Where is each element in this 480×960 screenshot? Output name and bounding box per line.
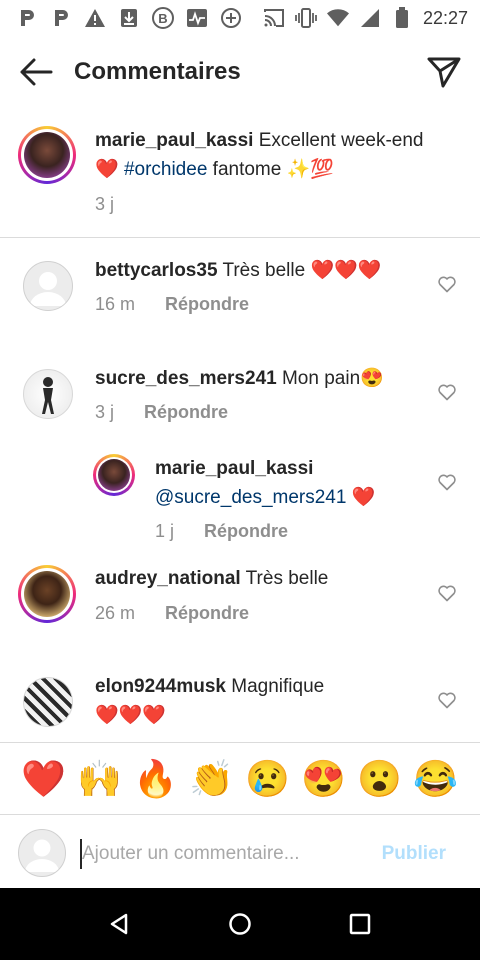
add-circle-icon <box>220 7 242 29</box>
timestamp: 26 m <box>95 603 136 623</box>
hashtag-link[interactable]: #orchidee <box>124 159 207 180</box>
comment-input[interactable]: Ajouter un commentaire... <box>82 843 300 865</box>
reply-body: ❤️ <box>346 487 376 508</box>
publish-button[interactable]: Publier <box>382 843 446 865</box>
heart-icon[interactable] <box>437 583 457 603</box>
comment-body: Très belle ❤️❤️❤️ <box>217 260 382 281</box>
comment-body: Mon pain😍 <box>276 368 384 389</box>
status-bar: B 22:27 <box>0 0 480 36</box>
comment-meta: 16 m Répondre <box>95 294 249 315</box>
signal-icon <box>359 7 381 29</box>
p-app-icon <box>16 7 38 29</box>
comment-text: elon9244musk Magnifique ❤️❤️❤️ <box>95 672 395 730</box>
story-ring[interactable] <box>18 565 76 623</box>
emoji-quick-bar: ❤️ 🙌 🔥 👏 😢 😍 😮 😂 <box>0 742 480 815</box>
warning-icon <box>84 7 106 29</box>
avatar[interactable] <box>23 369 73 419</box>
system-nav-bar <box>0 888 480 960</box>
comment-text: audrey_national Très belle <box>95 564 328 593</box>
mention-link[interactable]: @sucre_des_mers241 <box>155 487 346 508</box>
heart-icon[interactable] <box>437 382 457 402</box>
reply-button[interactable]: Répondre <box>165 603 249 624</box>
divider <box>0 237 480 238</box>
timestamp: 3 j <box>95 194 115 214</box>
avatar <box>24 132 70 178</box>
comment-text: sucre_des_mers241 Mon pain😍 <box>95 364 384 393</box>
timestamp: 1 j <box>155 521 175 541</box>
comment-body: Magnifique <box>225 676 325 697</box>
caption-text: marie_paul_kassi Excellent week-end ❤️ #… <box>95 126 425 184</box>
wifi-icon <box>326 7 349 29</box>
comment-text: bettycarlos35 Très belle ❤️❤️❤️ <box>95 256 381 285</box>
comment-body-line2: ❤️❤️❤️ <box>95 705 166 726</box>
reply-button[interactable]: Répondre <box>165 294 249 315</box>
activity-icon <box>186 7 208 29</box>
caption-username[interactable]: marie_paul_kassi <box>95 130 253 151</box>
page-title: Commentaires <box>74 58 241 85</box>
cast-icon <box>263 7 285 29</box>
svg-text:B: B <box>158 11 167 26</box>
emoji-fire-button[interactable]: 🔥 <box>133 757 178 801</box>
comment-username[interactable]: bettycarlos35 <box>95 260 218 281</box>
download-icon <box>118 7 140 29</box>
top-app-bar: Commentaires <box>0 40 480 104</box>
comment-meta: 26 m Répondre <box>95 603 249 624</box>
comment-composer: Ajouter un commentaire... Publier <box>0 814 480 889</box>
emoji-surprised-button[interactable]: 😮 <box>357 757 402 801</box>
story-ring[interactable] <box>18 126 76 184</box>
caption-meta: 3 j <box>95 194 114 215</box>
heart-icon[interactable] <box>437 472 457 492</box>
heart-icon[interactable] <box>437 274 457 294</box>
timestamp: 16 m <box>95 294 136 314</box>
comment-meta: 3 j Répondre <box>95 402 228 423</box>
send-icon[interactable] <box>426 54 462 90</box>
reply-username[interactable]: marie_paul_kassi <box>155 458 313 479</box>
avatar[interactable] <box>23 677 73 727</box>
avatar <box>18 829 66 877</box>
post-caption: marie_paul_kassi Excellent week-end ❤️ #… <box>0 118 480 238</box>
bitcoin-icon: B <box>152 7 174 29</box>
battery-icon <box>391 7 413 29</box>
arrow-left-icon[interactable] <box>18 56 54 88</box>
emoji-raised-hands-button[interactable]: 🙌 <box>77 757 122 801</box>
emoji-clap-button[interactable]: 👏 <box>189 757 234 801</box>
caption-body-end: fantome ✨💯 <box>207 159 334 180</box>
emoji-heart-button[interactable]: ❤️ <box>21 757 66 801</box>
emoji-laughing-button[interactable]: 😂 <box>413 757 458 801</box>
timestamp: 3 j <box>95 402 115 422</box>
emoji-heart-eyes-button[interactable]: 😍 <box>301 757 346 801</box>
comment-body: Très belle <box>240 568 329 589</box>
clock-time: 22:27 <box>422 7 468 28</box>
comment-username[interactable]: sucre_des_mers241 <box>95 368 277 389</box>
reply-meta: 1 j Répondre <box>155 521 288 542</box>
reply-text: marie_paul_kassi @sucre_des_mers241 ❤️ <box>155 454 415 512</box>
story-ring[interactable] <box>93 454 135 496</box>
avatar <box>24 571 70 617</box>
comment-username[interactable]: elon9244musk <box>95 676 226 697</box>
reply-button[interactable]: Répondre <box>144 402 228 423</box>
vibrate-icon <box>295 7 317 29</box>
reply-button[interactable]: Répondre <box>204 521 288 542</box>
comment-username[interactable]: audrey_national <box>95 568 241 589</box>
heart-icon[interactable] <box>437 690 457 710</box>
emoji-crying-button[interactable]: 😢 <box>245 757 290 801</box>
p-app-icon <box>50 7 72 29</box>
avatar <box>98 459 130 491</box>
back-triangle-icon[interactable] <box>108 912 132 941</box>
avatar[interactable] <box>23 261 73 311</box>
home-circle-icon[interactable] <box>228 912 252 941</box>
recents-square-icon[interactable] <box>348 912 372 941</box>
